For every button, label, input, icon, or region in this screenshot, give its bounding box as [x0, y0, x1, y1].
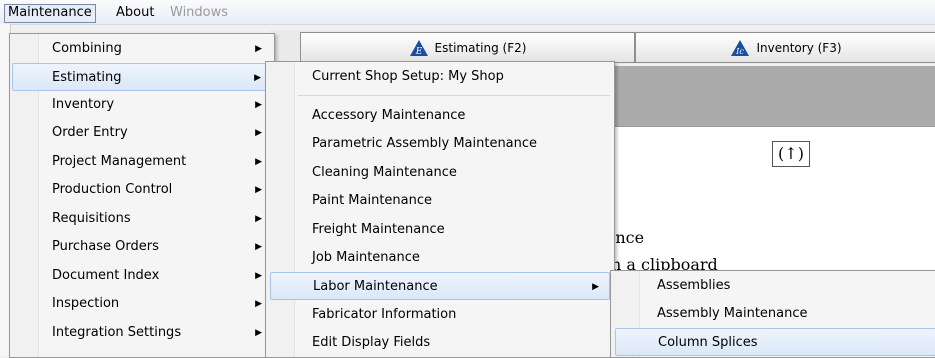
menu-item-job-maintenance[interactable]: Job Maintenance [268, 244, 612, 272]
submenu-arrow-icon: ▶ [255, 214, 262, 224]
menu-item-edit-display-fields[interactable]: Edit Display Fields [268, 329, 612, 357]
menu-item-fabricator-information[interactable]: Fabricator Information [268, 301, 612, 329]
menu-item-assembly-maintenance[interactable]: Assembly Maintenance [613, 300, 935, 328]
menu-item-purchase-orders[interactable]: Purchase Orders ▶ [12, 233, 272, 261]
tab-inventory-label: Inventory (F3) [756, 40, 842, 55]
menu-item-project-management[interactable]: Project Management ▶ [12, 148, 272, 176]
maintenance-menu: Combining ▶ Estimating ▶ Inventory ▶ Order … [9, 33, 275, 358]
submenu-arrow-icon: ▶ [254, 73, 261, 83]
menu-item-inventory[interactable]: Inventory ▶ [12, 91, 272, 119]
submenu-arrow-icon: ▶ [255, 157, 262, 167]
menu-item-column-splices[interactable]: Column Splices [615, 328, 935, 356]
menu-maintenance[interactable]: Maintenance [4, 4, 96, 23]
menu-item-combining[interactable]: Combining ▶ [12, 35, 272, 63]
estimating-icon: E [409, 39, 428, 57]
menu-item-cleaning-maintenance[interactable]: Cleaning Maintenance [268, 159, 612, 187]
menu-item-assemblies[interactable]: Assemblies [613, 272, 935, 300]
svg-text:Ic: Ic [736, 47, 745, 56]
submenu-arrow-icon: ▶ [255, 299, 262, 309]
labor-maintenance-submenu: Assemblies Assembly Maintenance Column S… [610, 270, 935, 358]
inventory-icon: Ic [731, 39, 750, 56]
menu-item-current-shop-setup[interactable]: Current Shop Setup: My Shop [268, 63, 612, 91]
submenu-arrow-icon: ▶ [255, 328, 262, 338]
submenu-arrow-icon: ▶ [255, 100, 262, 110]
menu-about[interactable]: About [112, 4, 158, 21]
menu-item-integration-settings[interactable]: Integration Settings ▶ [12, 319, 272, 347]
menu-item-document-index[interactable]: Document Index ▶ [12, 262, 272, 290]
menu-item-labor-maintenance[interactable]: Labor Maintenance ▶ [270, 272, 610, 300]
menu-separator [298, 95, 610, 96]
menu-item-inspection[interactable]: Inspection ▶ [12, 290, 272, 318]
menu-windows[interactable]: Windows [166, 4, 232, 21]
tab-estimating-label: Estimating (F2) [434, 40, 527, 55]
tab-estimating[interactable]: E Estimating (F2) [300, 32, 635, 63]
menu-item-requisitions[interactable]: Requisitions ▶ [12, 205, 272, 233]
estimating-submenu: Current Shop Setup: My Shop Accessory Ma… [265, 61, 615, 358]
submenu-arrow-icon: ▶ [255, 271, 262, 281]
submenu-arrow-icon: ▶ [592, 282, 599, 292]
menu-item-paint-maintenance[interactable]: Paint Maintenance [268, 187, 612, 215]
menu-item-parametric-assembly-maintenance[interactable]: Parametric Assembly Maintenance [268, 130, 612, 158]
menu-item-accessory-maintenance[interactable]: Accessory Maintenance [268, 102, 612, 130]
scroll-up-button[interactable]: (↑) [772, 141, 810, 167]
menu-item-freight-maintenance[interactable]: Freight Maintenance [268, 216, 612, 244]
svg-text:E: E [414, 47, 422, 57]
menu-bar: Maintenance About Windows [0, 0, 935, 25]
submenu-arrow-icon: ▶ [255, 128, 262, 138]
submenu-arrow-icon: ▶ [255, 44, 262, 54]
tab-inventory[interactable]: Ic Inventory (F3) [635, 32, 935, 63]
menu-item-order-entry[interactable]: Order Entry ▶ [12, 119, 272, 147]
menu-item-production-control[interactable]: Production Control ▶ [12, 176, 272, 204]
submenu-arrow-icon: ▶ [255, 242, 262, 252]
submenu-arrow-icon: ▶ [255, 185, 262, 195]
menu-item-estimating[interactable]: Estimating ▶ [12, 63, 272, 91]
